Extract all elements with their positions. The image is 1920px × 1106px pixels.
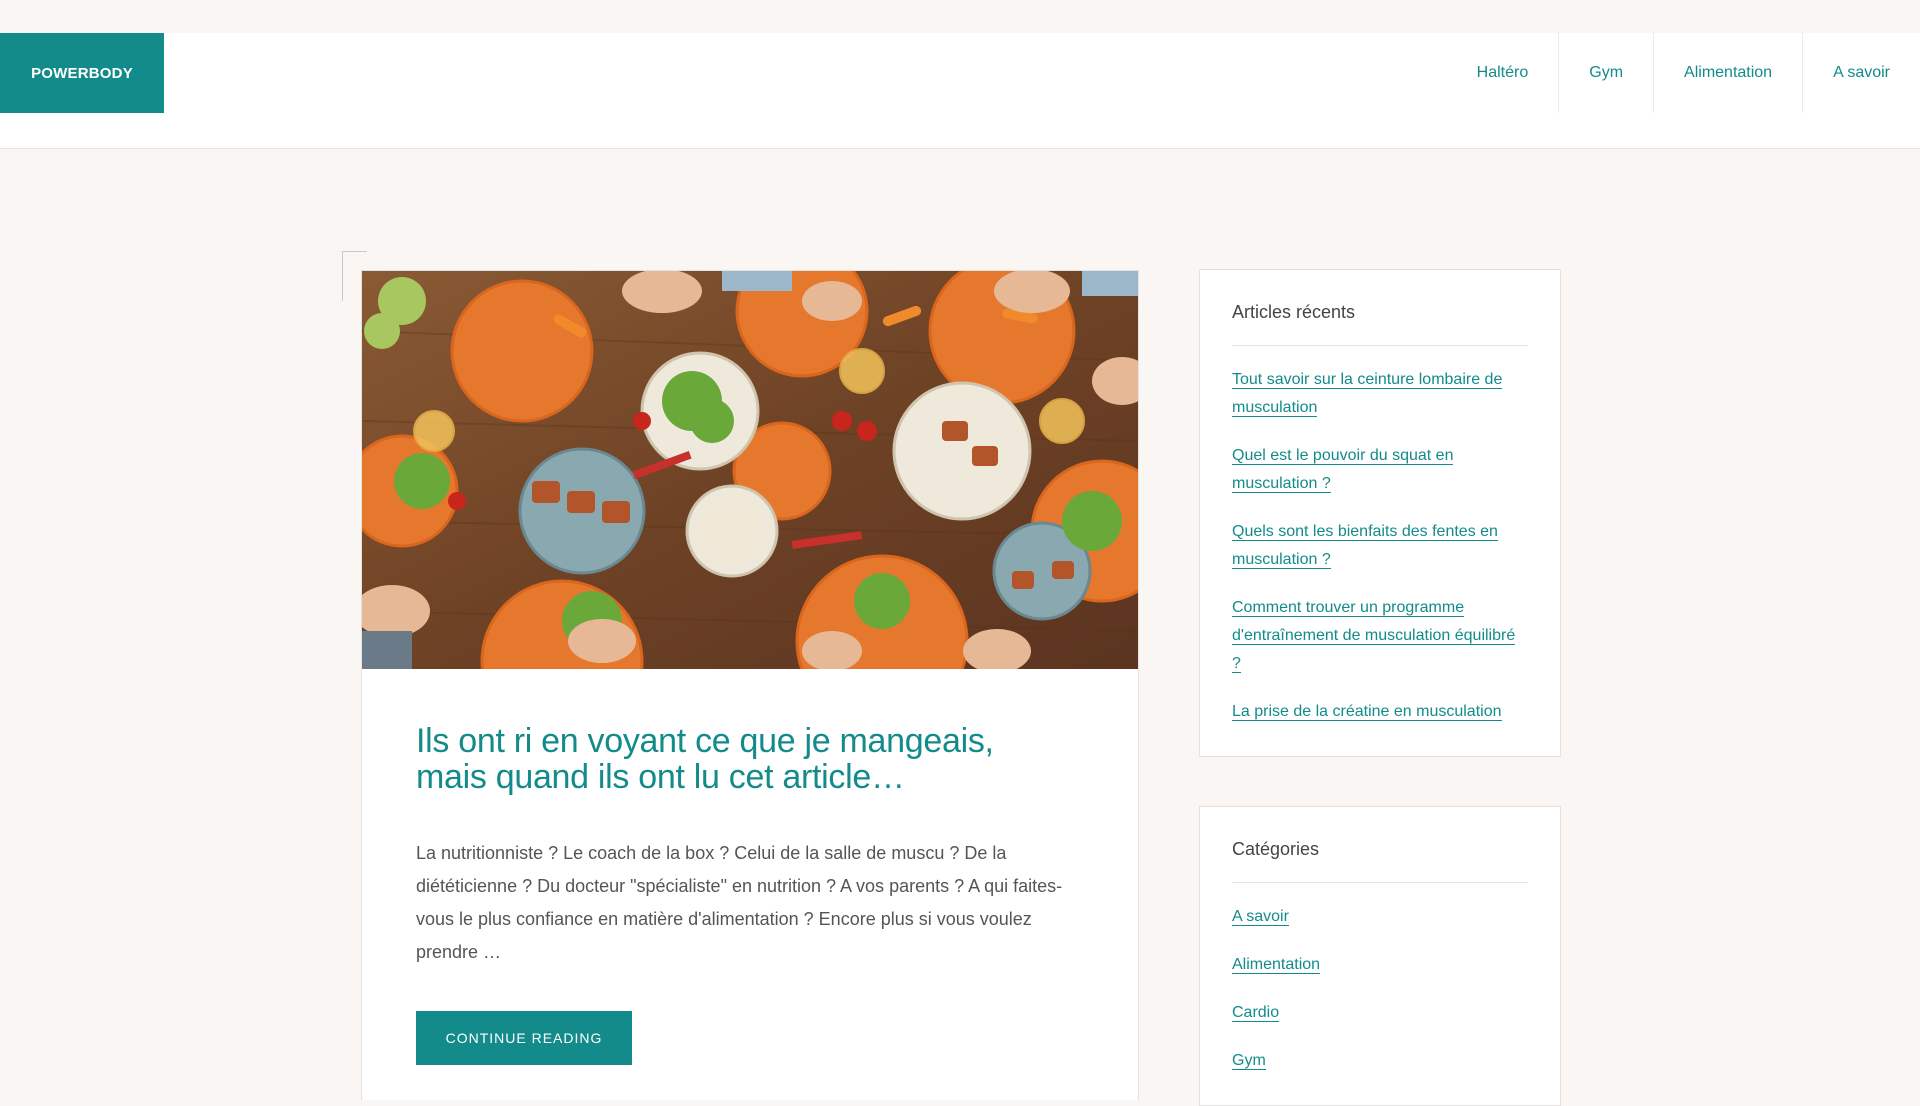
nav-item-alimentation[interactable]: Alimentation [1653,33,1802,113]
nav-item-gym[interactable]: Gym [1558,33,1653,113]
article-card: Ils ont ri en voyant ce que je mangeais,… [361,270,1139,1100]
site-header: POWERBODY Haltéro Gym Alimentation A sav… [0,33,1920,149]
article-excerpt: La nutritionniste ? Le coach de la box ?… [416,843,1063,962]
widget-categories-title: Catégories [1232,807,1528,883]
list-item: Tout savoir sur la ceinture lombaire de … [1232,366,1528,422]
recent-post-link[interactable]: Quels sont les bienfaits des fentes en m… [1232,523,1498,569]
nav-item-haltero[interactable]: Haltéro [1447,33,1559,113]
list-item: Gym [1232,1047,1528,1075]
main-nav: Haltéro Gym Alimentation A savoir [1447,33,1920,113]
category-link[interactable]: Gym [1232,1052,1266,1070]
article-title[interactable]: Ils ont ri en voyant ce que je mangeais,… [416,723,1056,795]
list-item: Alimentation [1232,951,1528,979]
nav-item-a-savoir[interactable]: A savoir [1802,33,1920,113]
food-table-illustration [362,271,1138,669]
site-logo[interactable]: POWERBODY [0,33,164,113]
category-link[interactable]: Alimentation [1232,956,1321,974]
list-item: Quels sont les bienfaits des fentes en m… [1232,518,1528,574]
recent-post-link[interactable]: Tout savoir sur la ceinture lombaire de … [1232,371,1503,417]
continue-reading-button[interactable]: CONTINUE READING [416,1011,632,1065]
article-featured-image[interactable] [362,271,1138,669]
list-item: Quel est le pouvoir du squat en musculat… [1232,442,1528,498]
list-item: A savoir [1232,903,1528,931]
category-link[interactable]: Cardio [1232,1004,1280,1022]
categories-list: A savoir Alimentation Cardio Gym [1232,883,1528,1075]
recent-posts-list: Tout savoir sur la ceinture lombaire de … [1232,346,1528,726]
widget-recent-posts-title: Articles récents [1232,270,1528,346]
recent-post-link[interactable]: Comment trouver un programme d'entraînem… [1232,599,1516,673]
list-item: La prise de la créatine en musculation [1232,698,1528,726]
recent-post-link[interactable]: Quel est le pouvoir du squat en musculat… [1232,447,1454,493]
category-link[interactable]: A savoir [1232,908,1289,926]
list-item: Comment trouver un programme d'entraînem… [1232,594,1528,678]
widget-categories: Catégories A savoir Alimentation Cardio … [1199,806,1561,1106]
widget-recent-posts: Articles récents Tout savoir sur la cein… [1199,269,1561,757]
recent-post-link[interactable]: La prise de la créatine en musculation [1232,703,1502,721]
list-item: Cardio [1232,999,1528,1027]
